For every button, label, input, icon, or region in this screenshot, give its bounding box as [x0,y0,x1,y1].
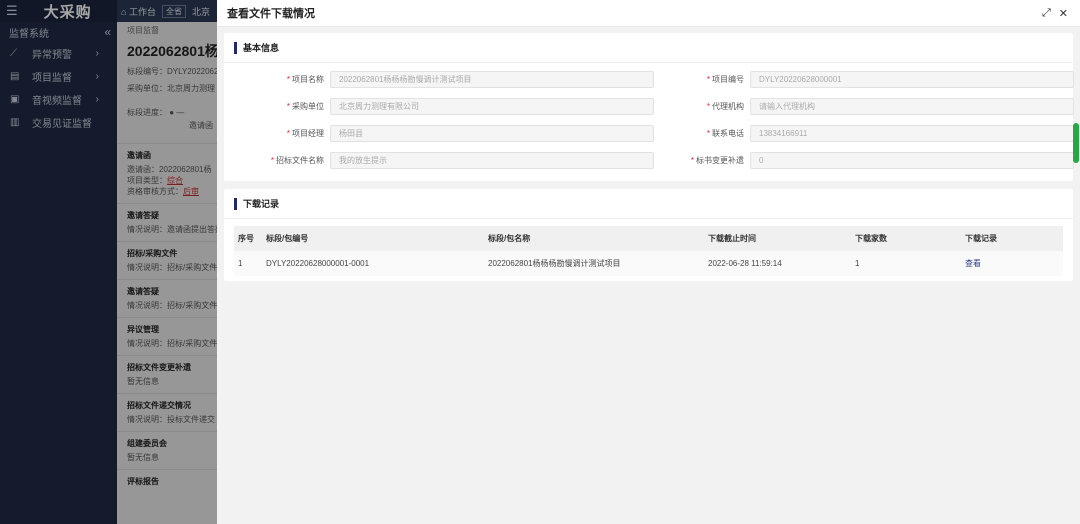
cell-count: 1 [855,259,860,268]
agency-field[interactable]: 请输入代理机构 [750,98,1074,115]
purchaser-label: * 采购单位 [286,102,324,111]
project-code-label: * 项目编号 [706,75,744,84]
bid-file-name-label: * 招标文件名称 [270,156,324,165]
project-code-field[interactable]: DYLY20220628000001 [750,71,1074,88]
manager-label: * 项目经理 [286,129,324,138]
phone-field[interactable]: 13834166911 [750,125,1074,142]
download-records-card: 下载记录 序号 标段/包编号 标段/包名称 下载截止时间 下载家数 下载记录 1… [224,189,1073,281]
drawer-header: 查看文件下载情况 ⤢ ✕ [217,0,1080,27]
project-name-label: * 项目名称 [286,75,324,84]
cell-name: 2022062801杨杨杨勘慢调计测试项目 [488,259,621,268]
agency-label: * 代理机构 [706,102,744,111]
download-info-drawer: 查看文件下载情况 ⤢ ✕ 基本信息 * 项目名称 2022062801杨杨杨勘慢调… [217,0,1080,524]
phone-label: * 联系电话 [706,129,744,138]
section-title: 基本信息 [243,43,280,53]
cell-index: 1 [238,259,243,268]
section-accent-bar [234,41,237,54]
drawer-title: 查看文件下载情况 [227,8,315,20]
modal-overlay[interactable] [0,0,217,524]
col-header-code: 标段/包编号 [266,234,309,243]
view-record-link[interactable]: 查看 [965,259,981,268]
col-header-index: 序号 [238,234,254,243]
col-header-record: 下载记录 [965,234,997,243]
table-header: 序号 标段/包编号 标段/包名称 下载截止时间 下载家数 下载记录 [234,226,1063,251]
purchaser-field[interactable]: 北京周力测理有限公司 [330,98,654,115]
bid-file-name-field[interactable]: 我的放生提示 [330,152,654,169]
section-title: 下载记录 [243,199,280,209]
cell-record: 查看 [965,258,1063,269]
download-records-table: 序号 标段/包编号 标段/包名称 下载截止时间 下载家数 下载记录 1 DYLY… [234,226,1063,276]
project-name-field[interactable]: 2022062801杨杨杨勘慢调计测试项目 [330,71,654,88]
col-header-count: 下载家数 [855,234,887,243]
col-header-name: 标段/包名称 [488,234,531,243]
cell-deadline: 2022-06-28 11:59:14 [708,259,782,268]
close-icon[interactable]: ✕ [1059,7,1068,20]
change-addendum-field[interactable]: 0 [750,152,1074,169]
table-row: 1 DYLY20220628000001-0001 2022062801杨杨杨勘… [234,251,1063,276]
expand-icon[interactable]: ⤢ [1042,7,1051,20]
manager-field[interactable]: 杨田县 [330,125,654,142]
cell-code: DYLY20220628000001-0001 [266,259,370,268]
drawer-body: 基本信息 * 项目名称 2022062801杨杨杨勘慢调计测试项目 * 项目编号 D… [217,27,1080,524]
basic-info-form: * 项目名称 2022062801杨杨杨勘慢调计测试项目 * 项目编号 DYLY20… [224,63,1074,181]
basic-info-card: 基本信息 * 项目名称 2022062801杨杨杨勘慢调计测试项目 * 项目编号 D… [224,33,1074,181]
change-addendum-label: * 标书变更补遗 [690,156,744,165]
scrollbar-thumb[interactable] [1073,123,1079,163]
col-header-deadline: 下载截止时间 [708,234,756,243]
section-header: 下载记录 [224,189,1073,219]
section-accent-bar [234,197,237,210]
section-header: 基本信息 [224,33,1073,63]
